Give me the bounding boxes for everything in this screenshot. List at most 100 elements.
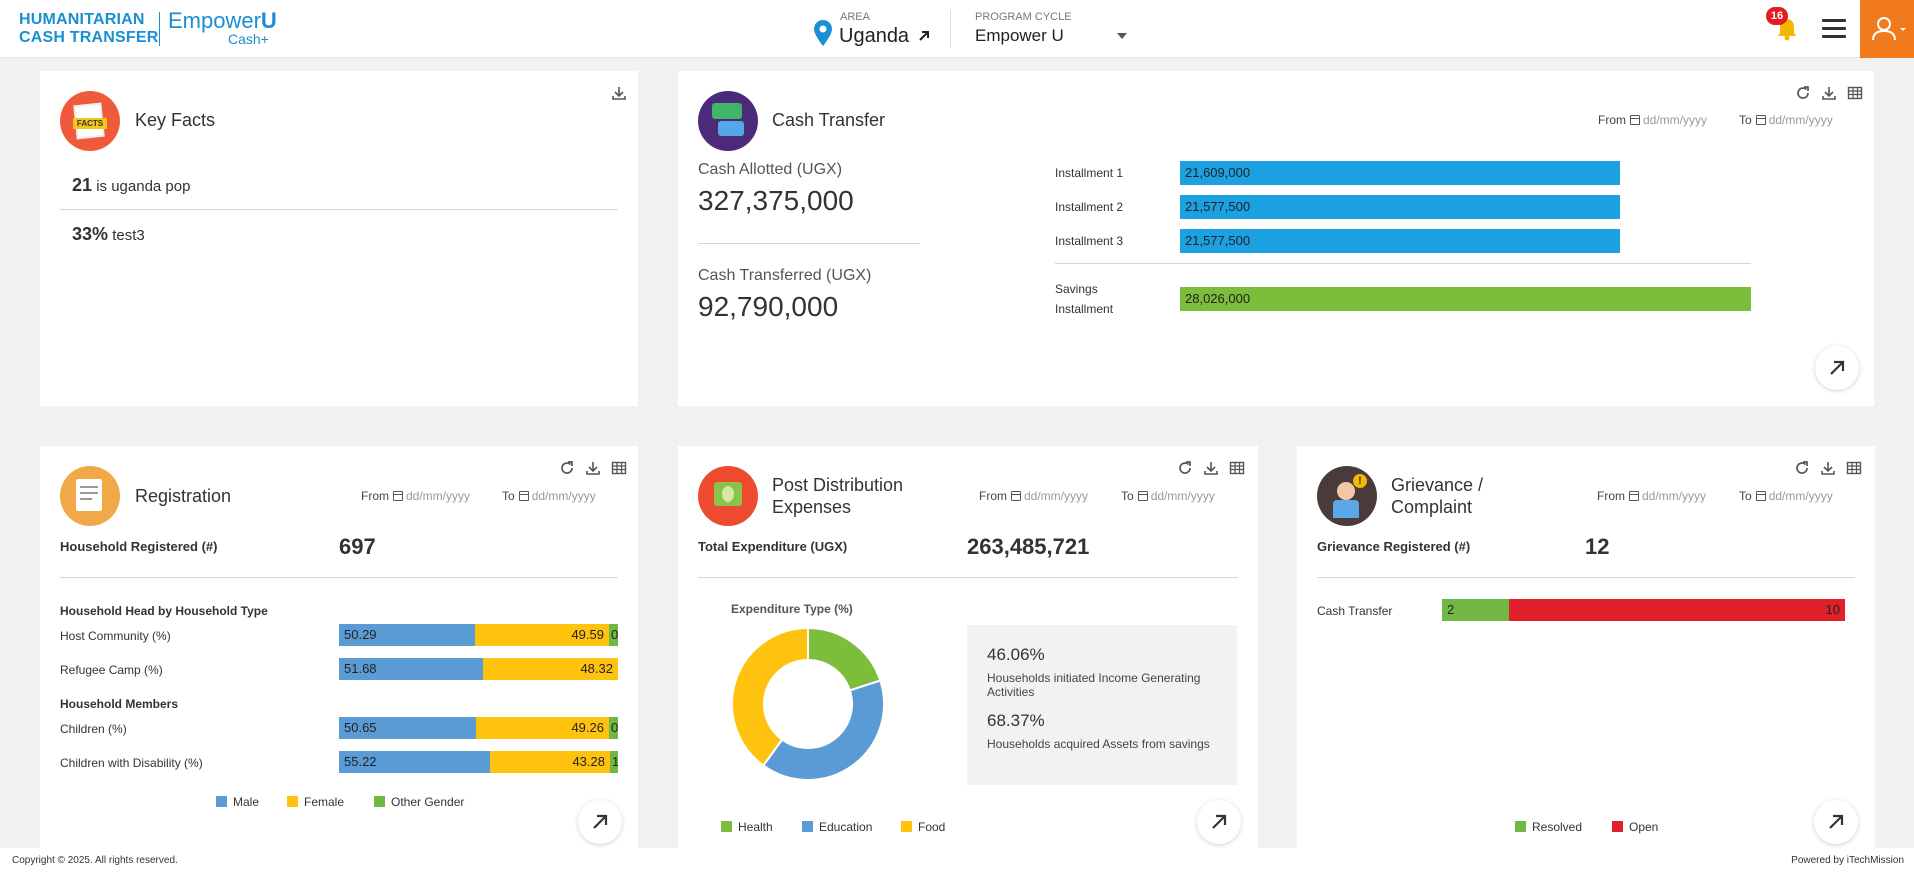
- caret-down-icon[interactable]: [1117, 33, 1127, 39]
- date-filter-from[interactable]: From dd/mm/yyyy: [1597, 489, 1706, 503]
- legend-female[interactable]: Female: [287, 795, 344, 809]
- divider: [60, 577, 618, 578]
- date-filter-to[interactable]: To dd/mm/yyyy: [1121, 489, 1215, 503]
- divider: [698, 243, 920, 244]
- legend-male[interactable]: Male: [216, 795, 259, 809]
- area-selector[interactable]: Uganda: [839, 25, 931, 48]
- legend-label: Health: [738, 820, 773, 834]
- other-segment[interactable]: 0.09: [609, 717, 618, 739]
- table-icon[interactable]: [611, 460, 627, 476]
- male-segment[interactable]: 51.68: [339, 658, 483, 680]
- grievance-registered-value: 12: [1585, 534, 1610, 559]
- male-segment[interactable]: 50.29: [339, 624, 475, 646]
- user-menu-button[interactable]: [1860, 0, 1914, 58]
- expand-button[interactable]: [1815, 346, 1859, 390]
- other-segment[interactable]: 0.12: [609, 624, 618, 646]
- header-separator: [950, 10, 951, 48]
- refresh-icon[interactable]: [1794, 460, 1810, 476]
- legend-other-gender[interactable]: Other Gender: [374, 795, 464, 809]
- table-icon[interactable]: [1847, 85, 1863, 101]
- location-pin-icon: [814, 20, 832, 46]
- installment-label: Installment 1: [1055, 166, 1124, 180]
- empower-logo: EmpowerU: [168, 10, 277, 32]
- legend-health[interactable]: Health: [721, 820, 773, 834]
- expand-button[interactable]: [578, 800, 622, 844]
- top-header: HUMANITARIAN CASH TRANSFER EmpowerU Cash…: [0, 0, 1914, 58]
- female-segment[interactable]: 43.28: [490, 751, 610, 773]
- date-filter-from[interactable]: From dd/mm/yyyy: [361, 489, 470, 503]
- post-distribution-title-2: Expenses: [772, 497, 852, 517]
- program-cycle-select[interactable]: Empower U: [975, 26, 1064, 46]
- stat-2-value: 68.37%: [987, 711, 1045, 730]
- female-segment[interactable]: 48.32: [483, 658, 618, 680]
- facts-icon: FACTS: [60, 91, 120, 151]
- download-icon[interactable]: [1821, 85, 1837, 101]
- download-icon[interactable]: [1203, 460, 1219, 476]
- cash-transfer-icon: [698, 91, 758, 151]
- date-filter-from[interactable]: From dd/mm/yyyy: [979, 489, 1088, 503]
- expand-button[interactable]: [1814, 800, 1858, 844]
- footer: Copyright © 2025. All rights reserved. P…: [0, 848, 1914, 874]
- date-filter-to[interactable]: To dd/mm/yyyy: [1739, 489, 1833, 503]
- other-segment[interactable]: 1.50: [610, 751, 618, 773]
- open-segment[interactable]: 10: [1509, 599, 1845, 621]
- legend-open[interactable]: Open: [1612, 820, 1658, 834]
- download-icon[interactable]: [585, 460, 601, 476]
- installment-bar[interactable]: 21,577,500: [1180, 229, 1620, 253]
- legend-food[interactable]: Food: [901, 820, 945, 834]
- resolved-segment[interactable]: 2: [1442, 599, 1509, 621]
- section-heading: Household Members: [60, 697, 179, 711]
- fact-item: 33% test3: [72, 224, 145, 245]
- male-segment[interactable]: 50.65: [339, 717, 476, 739]
- arrow-up-right-icon: [918, 31, 929, 41]
- households-label: Household Registered (#): [60, 539, 218, 554]
- refresh-icon[interactable]: [559, 460, 575, 476]
- date-filter-from[interactable]: From dd/mm/yyyy: [1598, 113, 1707, 127]
- from-label: From: [979, 489, 1007, 503]
- savings-label-line-2: Installment: [1055, 302, 1114, 316]
- expand-button[interactable]: [1197, 800, 1241, 844]
- grievance-title-1: Grievance /: [1391, 475, 1484, 495]
- grievance-registered-label: Grievance Registered (#): [1317, 539, 1471, 554]
- legend-label: Education: [819, 820, 873, 834]
- download-icon[interactable]: [1820, 460, 1836, 476]
- savings-bar[interactable]: 28,026,000: [1180, 287, 1751, 311]
- legend-resolved[interactable]: Resolved: [1515, 820, 1582, 834]
- donut-slice-education[interactable]: [761, 679, 885, 781]
- donut-slice-food[interactable]: [731, 626, 809, 767]
- to-date: dd/mm/yyyy: [531, 489, 596, 503]
- legend-label: Other Gender: [391, 795, 465, 809]
- chart-title: Expenditure Type (%): [731, 602, 853, 616]
- logo-u-text: U: [260, 8, 277, 33]
- row-label: Host Community (%): [60, 629, 171, 643]
- date-filter-to[interactable]: To dd/mm/yyyy: [502, 489, 596, 503]
- refresh-icon[interactable]: [1177, 460, 1193, 476]
- divider: [1055, 263, 1751, 264]
- key-facts-title: Key Facts: [135, 110, 216, 130]
- divider: [698, 577, 1238, 578]
- cash-transferred-value: 92,790,000: [698, 291, 839, 322]
- app-logo[interactable]: HUMANITARIAN CASH TRANSFER: [19, 11, 159, 47]
- installment-bar[interactable]: 21,609,000: [1180, 161, 1620, 185]
- female-segment[interactable]: 49.59: [475, 624, 609, 646]
- installment-bar[interactable]: 21,577,500: [1180, 195, 1620, 219]
- table-icon[interactable]: [1846, 460, 1862, 476]
- from-date: dd/mm/yyyy: [1643, 113, 1708, 127]
- female-segment[interactable]: 49.26: [476, 717, 609, 739]
- cash-allotted-value: 327,375,000: [698, 185, 854, 216]
- to-label: To: [1739, 489, 1752, 503]
- expenditure-donut-chart[interactable]: [728, 624, 888, 784]
- grievance-title-2: Complaint: [1391, 497, 1473, 517]
- refresh-icon[interactable]: [1795, 85, 1811, 101]
- to-date: dd/mm/yyyy: [1768, 489, 1833, 503]
- male-segment[interactable]: 55.22: [339, 751, 490, 773]
- grievance-card: ! Grievance / Complaint From dd/mm/yyyy T…: [1297, 446, 1875, 848]
- download-icon[interactable]: [611, 85, 627, 101]
- table-icon[interactable]: [1229, 460, 1245, 476]
- donut-slice-health[interactable]: [807, 626, 882, 692]
- notification-badge: 16: [1766, 7, 1788, 25]
- area-label: AREA: [840, 11, 870, 23]
- menu-icon[interactable]: [1822, 19, 1846, 39]
- date-filter-to[interactable]: To dd/mm/yyyy: [1739, 113, 1833, 127]
- legend-education[interactable]: Education: [802, 820, 872, 834]
